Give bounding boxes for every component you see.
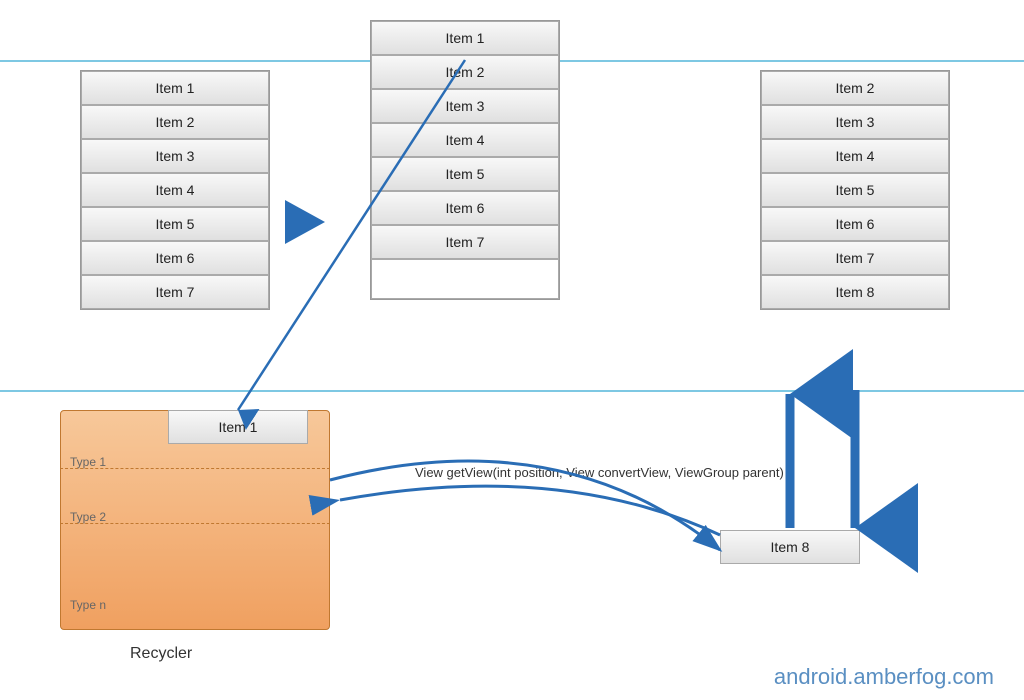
list-item: Item 6	[761, 207, 949, 241]
scroll-arrow-right	[285, 200, 325, 244]
list-item: Item 2	[761, 71, 949, 105]
list-item: Item 7	[761, 241, 949, 275]
item8-floating: Item 8	[720, 530, 860, 564]
list-item: Item 6	[81, 241, 269, 275]
list-item: Item 7	[371, 225, 559, 259]
list-right: Item 2 Item 3 Item 4 Item 5 Item 6 Item …	[760, 70, 950, 310]
website-label: android.amberfog.com	[774, 664, 994, 690]
list-middle: Item 1 Item 2 Item 3 Item 4 Item 5 Item …	[370, 20, 560, 300]
list-item: Item 5	[761, 173, 949, 207]
item1-floating: Item 1	[168, 410, 308, 444]
list-item: Item 2	[371, 55, 559, 89]
list-item: Item 4	[81, 173, 269, 207]
list-item: Item 8	[761, 275, 949, 309]
list-item: Item 5	[371, 157, 559, 191]
list-item: Item 2	[81, 105, 269, 139]
type2-divider	[60, 523, 330, 524]
list-item-empty	[371, 259, 559, 299]
bottom-horizontal-line	[0, 390, 1024, 392]
getview-label: View getView(int position, View convertV…	[415, 465, 784, 480]
list-item: Item 1	[81, 71, 269, 105]
recycler-label: Recycler	[130, 645, 192, 663]
list-item: Item 1	[371, 21, 559, 55]
recycler-typen-label: Type n	[70, 598, 106, 612]
list-left: Item 1 Item 2 Item 3 Item 4 Item 5 Item …	[80, 70, 270, 310]
list-item: Item 3	[371, 89, 559, 123]
recycler-type2-label: Type 2	[70, 510, 106, 524]
recycler-type1-label: Type 1	[70, 455, 106, 469]
list-item: Item 3	[81, 139, 269, 173]
list-item: Item 3	[761, 105, 949, 139]
list-item: Item 7	[81, 275, 269, 309]
list-item: Item 5	[81, 207, 269, 241]
list-item: Item 4	[761, 139, 949, 173]
list-item: Item 4	[371, 123, 559, 157]
type1-divider	[60, 468, 330, 469]
list-item: Item 6	[371, 191, 559, 225]
